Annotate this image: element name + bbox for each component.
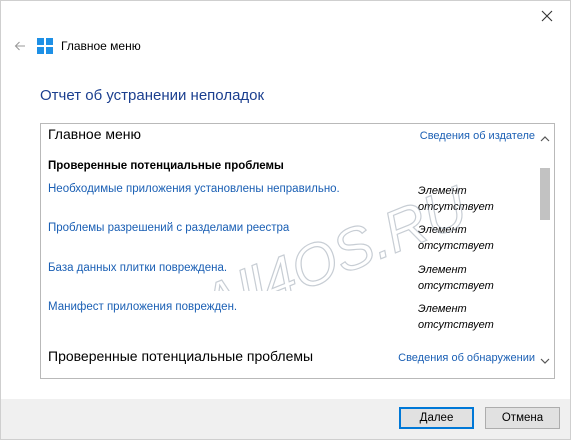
chevron-down-icon bbox=[540, 358, 550, 364]
next-label-mnemonic: Д bbox=[419, 412, 428, 424]
close-button[interactable] bbox=[524, 1, 570, 31]
windows-logo-icon bbox=[37, 38, 53, 54]
status-line: отсутствует bbox=[418, 280, 494, 292]
section-header-main-menu: Главное меню Сведения об издателе bbox=[48, 126, 535, 142]
status-line: отсутствует bbox=[418, 240, 494, 252]
issue-link[interactable]: Необходимые приложения установлены непра… bbox=[48, 183, 340, 195]
navigation-bar: Главное меню bbox=[1, 31, 570, 61]
back-arrow-icon bbox=[14, 41, 25, 51]
dialog-footer: Далее Отмена bbox=[1, 399, 570, 439]
issue-status: Элемент отсутствует bbox=[418, 183, 514, 215]
section-title: Главное меню bbox=[48, 126, 142, 142]
page-heading: Отчет об устранении неполадок bbox=[40, 87, 265, 104]
issue-status: Элемент отсутствует bbox=[418, 262, 514, 294]
status-line: Элемент bbox=[418, 264, 467, 276]
issue-link[interactable]: Проблемы разрешений с разделами реестра bbox=[48, 222, 289, 234]
issue-row: Необходимые приложения установлены непра… bbox=[48, 183, 518, 217]
window-title: Главное меню bbox=[61, 39, 141, 53]
report-panel: Главное меню Сведения об издателе Провер… bbox=[40, 123, 555, 379]
issue-row: Манифест приложения поврежден. Элемент о… bbox=[48, 301, 518, 335]
issue-row: Проблемы разрешений с разделами реестра … bbox=[48, 222, 518, 256]
status-line: Элемент bbox=[418, 185, 467, 197]
status-line: отсутствует bbox=[418, 319, 494, 331]
cancel-button[interactable]: Отмена bbox=[485, 407, 560, 429]
status-line: Элемент bbox=[418, 224, 467, 236]
next-button[interactable]: Далее bbox=[399, 407, 474, 429]
scroll-down-button[interactable] bbox=[536, 352, 554, 370]
troubleshooter-window: Главное меню Отчет об устранении неполад… bbox=[0, 0, 571, 440]
report-content: Главное меню Сведения об издателе Провер… bbox=[41, 124, 535, 378]
issue-link[interactable]: Манифест приложения поврежден. bbox=[48, 301, 237, 313]
checked-issues-subtitle: Проверенные потенциальные проблемы bbox=[48, 160, 284, 172]
issue-status: Элемент отсутствует bbox=[418, 222, 514, 254]
scroll-thumb[interactable] bbox=[540, 168, 550, 220]
detection-details-link[interactable]: Сведения об обнаружении bbox=[398, 352, 535, 364]
section-title: Проверенные потенциальные проблемы bbox=[48, 348, 314, 364]
publisher-details-link[interactable]: Сведения об издателе bbox=[420, 130, 535, 142]
next-label: алее bbox=[427, 412, 454, 424]
status-line: Элемент bbox=[418, 303, 467, 315]
issue-link[interactable]: База данных плитки повреждена. bbox=[48, 262, 227, 274]
issue-row: База данных плитки повреждена. Элемент о… bbox=[48, 262, 518, 296]
issue-status: Элемент отсутствует bbox=[418, 301, 514, 333]
vertical-scrollbar[interactable] bbox=[536, 124, 554, 378]
chevron-up-icon bbox=[540, 136, 550, 142]
back-button[interactable] bbox=[5, 31, 35, 61]
close-icon bbox=[541, 10, 553, 22]
section-header-checked-issues: Проверенные потенциальные проблемы Сведе… bbox=[48, 348, 535, 364]
status-line: отсутствует bbox=[418, 201, 494, 213]
scroll-up-button[interactable] bbox=[536, 130, 554, 148]
